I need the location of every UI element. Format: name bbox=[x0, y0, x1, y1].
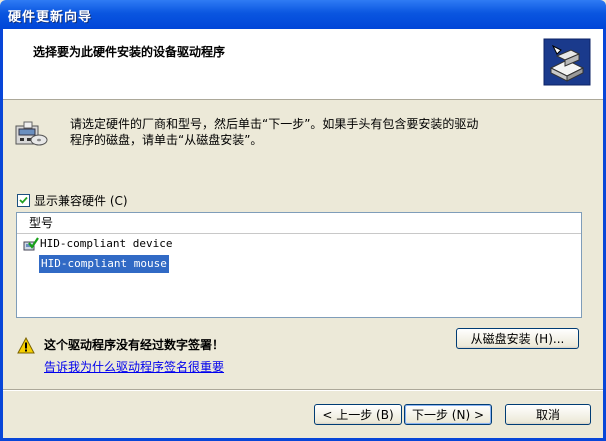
divider bbox=[3, 389, 603, 391]
title-bar[interactable]: 硬件更新向导 bbox=[0, 0, 606, 29]
device-disk-icon bbox=[14, 118, 48, 152]
list-item[interactable]: HID-compliant device bbox=[17, 234, 581, 254]
unsigned-driver-warning: 这个驱动程序没有经过数字签署！ bbox=[44, 338, 225, 352]
have-disk-button[interactable]: 从磁盘安装 (H)... bbox=[456, 328, 579, 349]
warning-icon bbox=[17, 336, 35, 355]
model-listbox[interactable]: 型号 HID-compliant device HID-compliant mo… bbox=[16, 212, 582, 318]
list-item-selected[interactable]: HID-compliant mouse bbox=[17, 254, 581, 274]
cancel-button[interactable]: 取消 bbox=[505, 404, 591, 425]
instructions-line-2: 程序的磁盘，请单击“从磁盘安装”。 bbox=[70, 133, 263, 147]
next-button[interactable]: 下一步 (N) > bbox=[404, 404, 492, 425]
window-title: 硬件更新向导 bbox=[8, 10, 93, 25]
back-button[interactable]: < 上一步 (B) bbox=[314, 404, 402, 425]
model-label: HID-compliant mouse bbox=[39, 255, 169, 273]
instructions-line-1: 请选定硬件的厂商和型号，然后单击“下一步”。如果手头有包含要安装的驱动 bbox=[70, 117, 479, 131]
signed-driver-icon bbox=[23, 236, 39, 252]
instructions-text: 请选定硬件的厂商和型号，然后单击“下一步”。如果手头有包含要安装的驱动 程序的磁… bbox=[70, 116, 590, 148]
column-header-model[interactable]: 型号 bbox=[17, 213, 581, 234]
checkmark-icon bbox=[19, 196, 28, 204]
checkbox-box[interactable] bbox=[17, 193, 30, 207]
show-compatible-label: 显示兼容硬件 (C) bbox=[34, 193, 128, 208]
wizard-header: 选择要为此硬件安装的设备驱动程序 bbox=[3, 29, 603, 100]
model-label: HID-compliant device bbox=[40, 237, 173, 250]
signing-help-link[interactable]: 告诉我为什么驱动程序签名很重要 bbox=[44, 358, 224, 375]
hardware-install-icon bbox=[543, 38, 591, 86]
page-title: 选择要为此硬件安装的设备驱动程序 bbox=[33, 45, 226, 59]
show-compatible-checkbox[interactable]: 显示兼容硬件 (C) bbox=[17, 193, 128, 208]
